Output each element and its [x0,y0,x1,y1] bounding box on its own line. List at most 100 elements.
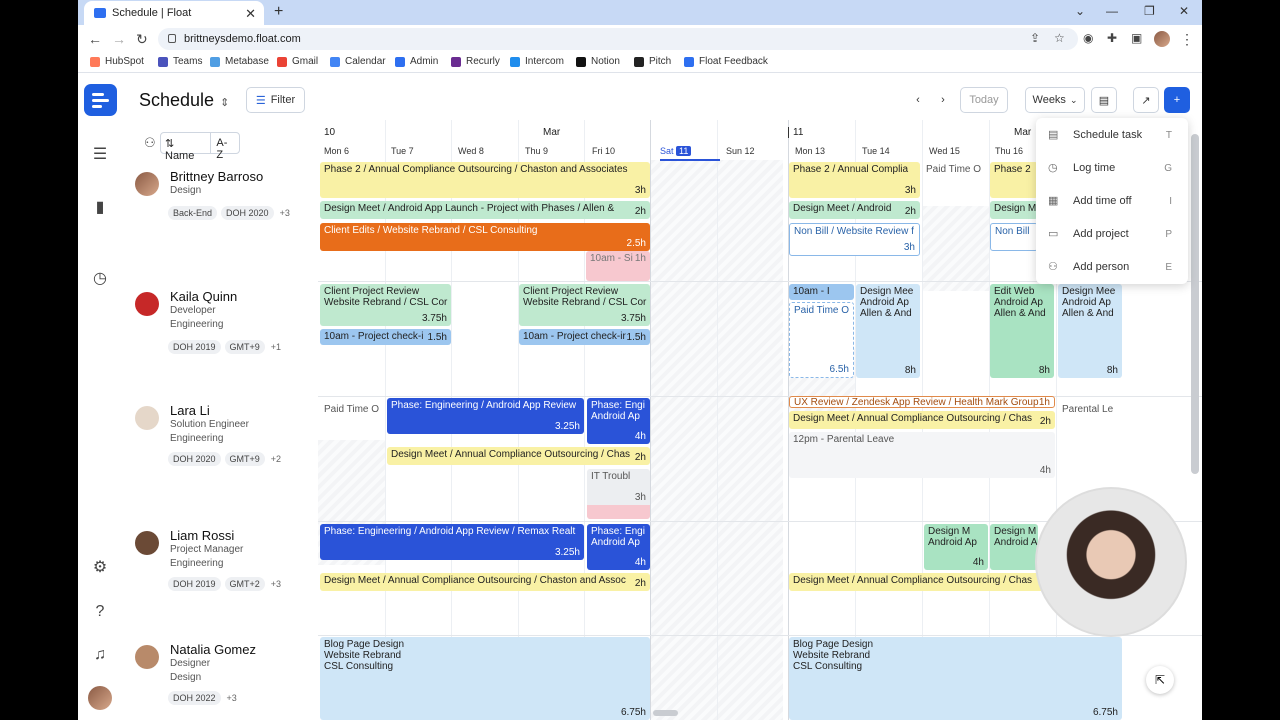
menu-item-add-project[interactable]: ▭ Add project P [1036,220,1188,248]
close-tab-icon[interactable]: ✕ [245,6,256,22]
page-title[interactable]: Schedule ⇕ [139,90,229,111]
bookmark-item[interactable]: Teams [158,56,202,67]
user-avatar[interactable] [88,686,112,710]
share-icon[interactable]: ⇪ [1030,31,1040,45]
extension-icon[interactable]: ◉ [1083,31,1093,45]
task-block[interactable]: UX Review / Zendesk App Review / Health … [789,396,1055,408]
grid-line [318,635,1202,636]
filter-button[interactable]: ☰ Filter [246,87,305,113]
task-block[interactable]: Design M Android Ap 4h [924,524,988,570]
task-block[interactable]: Design Meet / Annual Compliance Outsourc… [387,447,650,465]
task-block[interactable]: Design M [990,201,1038,219]
menu-item-schedule-task[interactable]: ▤ Schedule task T [1036,121,1188,149]
next-week-button[interactable]: › [931,87,955,113]
sort-control[interactable]: ⇅ Name A-Z [160,132,240,162]
side-panel-icon[interactable]: ▣ [1131,31,1142,45]
bookmark-item[interactable]: Intercom [510,56,564,67]
time-off-block[interactable]: 10am - Si 1h [586,251,650,281]
prev-week-button[interactable]: ‹ [906,87,930,113]
task-block[interactable]: Client Project Review Website Rebrand / C… [519,284,650,326]
restore-icon[interactable]: ❐ [1144,4,1155,18]
tab-search-icon[interactable]: ⌄ [1075,4,1085,18]
time-off-block[interactable]: Paid Time O [320,402,384,418]
task-block[interactable]: Phase 2 / Annual Compliance Outsourcing … [320,162,650,198]
time-off-block[interactable]: 12pm - Parental Leave 4h [789,432,1055,478]
bookmark-star-icon[interactable]: ☆ [1054,31,1065,45]
help-icon[interactable]: ? [91,603,109,621]
task-block[interactable]: 10am - I [789,284,854,300]
bookmark-item[interactable]: Admin [395,56,438,67]
density-toggle-icon[interactable]: ▤ [1091,87,1117,113]
task-block[interactable]: Design Mee Android Ap Allen & And 8h [1058,284,1122,378]
close-window-icon[interactable]: ✕ [1179,4,1189,18]
new-tab-icon[interactable]: + [274,3,283,21]
time-off-block[interactable]: Parental Le [1058,402,1122,418]
minimize-icon[interactable]: — [1106,4,1118,18]
task-block[interactable]: Non Bill / Website Review f 3h [789,223,920,256]
text-label: Add person [1073,261,1130,273]
bookmark-item[interactable]: Notion [576,56,620,67]
float-logo[interactable] [84,84,117,116]
task-block[interactable]: IT Troubl 3h [587,469,650,519]
task-block[interactable]: Phase: Engineering / Android App Review … [320,524,584,560]
sort-order[interactable]: A-Z [211,133,239,161]
bookmark-item[interactable]: Calendar [330,56,386,67]
menu-item-log-time[interactable]: ◷ Log time G [1036,154,1188,182]
forward-icon[interactable]: → [112,31,126,47]
reload-icon[interactable]: ↻ [136,31,148,48]
text-label: Design M [994,526,1037,537]
add-person-icon[interactable]: ⚇ [144,135,156,151]
reports-chart-icon[interactable]: ▮ [91,199,109,217]
task-block[interactable]: 10am - Project check-ir 1.5h [519,329,650,345]
view-select[interactable]: Weeks ⌄ [1025,87,1085,113]
task-block[interactable]: Client Project Review Website Rebrand / C… [320,284,451,326]
pointer-tool-icon[interactable]: ⇱ [1146,666,1174,694]
back-icon[interactable]: ← [88,31,102,47]
time-off-block[interactable]: Paid Time O [922,162,989,180]
bookmark-item[interactable]: Float Feedback [684,56,768,67]
menu-item-add-person[interactable]: ⚇ Add person E [1036,253,1188,281]
schedule-list-icon[interactable]: ☰ [91,146,109,164]
bookmark-item[interactable]: Gmail [277,56,318,67]
settings-gear-icon[interactable]: ⚙ [91,559,109,577]
task-block[interactable]: Phase: Engi Android Ap 4h [587,524,650,570]
vertical-scrollbar[interactable] [1191,134,1199,474]
puzzle-icon[interactable]: ✚ [1107,31,1117,45]
add-button[interactable]: + [1164,87,1190,113]
task-block[interactable]: Design Meet / Annual Compliance Outsourc… [320,573,650,591]
task-block[interactable]: Blog Page Design Website Rebrand CSL Consu… [789,637,1122,720]
share-link-icon[interactable]: ↗ [1133,87,1159,113]
task-block[interactable]: Non Bill [990,223,1038,251]
timer-icon[interactable]: ◷ [91,270,109,288]
task-block[interactable]: Phase 2 [990,162,1038,198]
task-block[interactable]: Design Meet / Annual Compliance Outsourc… [789,573,1055,591]
bookmark-item[interactable]: Recurly [451,56,500,67]
task-block[interactable]: Design M Android A [990,524,1038,570]
task-block[interactable]: Design Meet / Annual Compliance Outsourc… [789,411,1055,429]
url-input[interactable]: brittneysdemo.float.com [158,28,1078,50]
profile-avatar[interactable] [1154,31,1170,47]
task-block[interactable]: 10am - Project check-i 1.5h [320,329,451,345]
bookmark-item[interactable]: Pitch [634,56,671,67]
bookmark-item[interactable]: HubSpot [90,56,144,67]
task-block[interactable]: Design Mee Android Ap Allen & And 8h [856,284,920,378]
menu-item-add-time-off[interactable]: ▦ Add time off I [1036,187,1188,215]
task-block[interactable]: Design Meet / Android App Launch - Proje… [320,201,650,219]
text-label: 3h [903,242,915,253]
task-block[interactable]: Phase 2 / Annual Complia 3h [789,162,920,198]
text-label: Sat [660,146,674,156]
task-block[interactable]: Blog Page Design Website Rebrand CSL Consu… [320,637,650,720]
menu-dots-icon[interactable]: ⋮ [1180,31,1194,48]
task-block[interactable]: Phase: Engineering / Android App Review 3… [387,398,584,434]
notifications-bell-icon[interactable]: ♫ [91,646,109,664]
today-button[interactable]: Today [960,87,1008,113]
task-block[interactable]: Client Edits / Website Rebrand / CSL Con… [320,223,650,251]
horizontal-scrollbar[interactable] [653,710,678,716]
browser-tab[interactable]: Schedule | Float ✕ [84,1,264,25]
text-label: 4h [1039,465,1051,476]
task-block[interactable]: Edit Web Android Ap Allen & And 8h [990,284,1054,378]
task-block[interactable]: Design Meet / Android 2h [789,201,920,219]
task-block[interactable]: Phase: Engi Android Ap 4h [587,398,650,444]
bookmark-item[interactable]: Metabase [210,56,269,67]
time-off-block[interactable]: Paid Time O 6.5h [789,302,854,378]
